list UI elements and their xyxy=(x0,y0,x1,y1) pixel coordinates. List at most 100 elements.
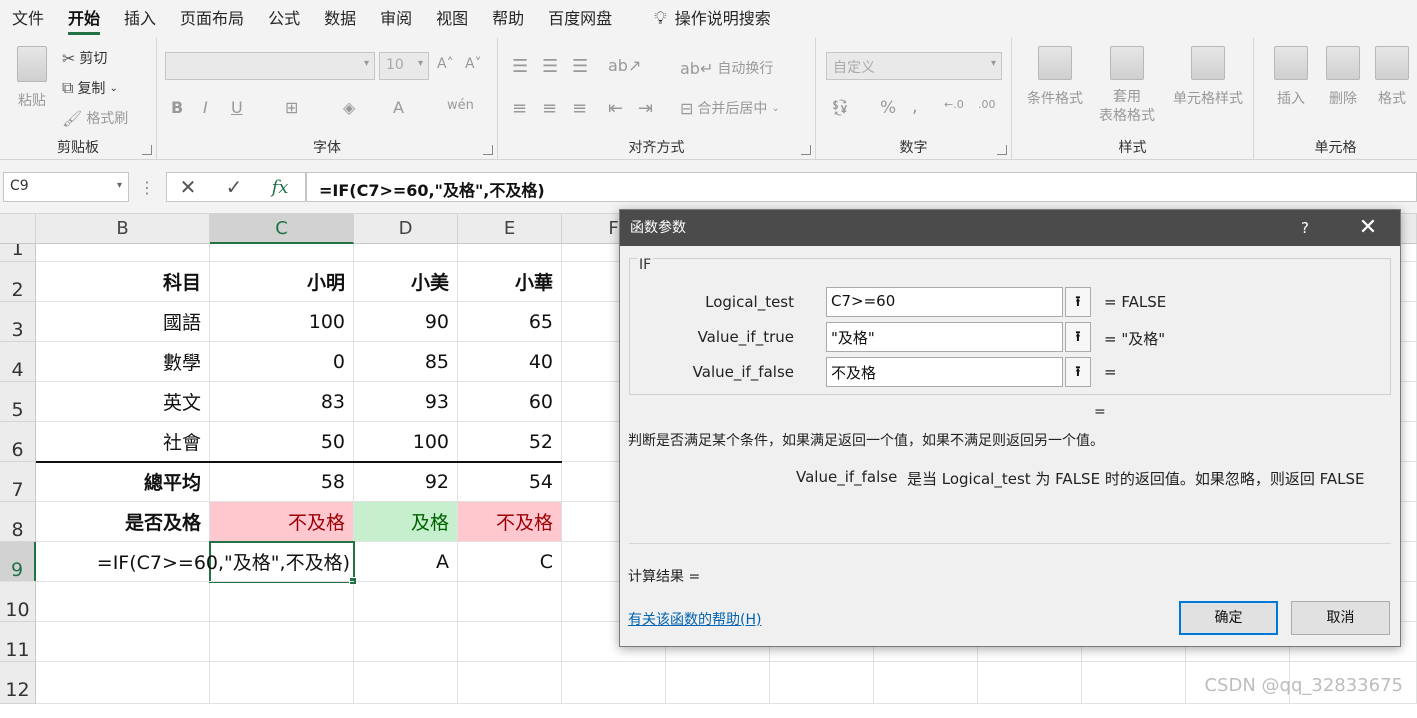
orientation-button[interactable]: ab↗ xyxy=(608,56,641,75)
menu-review[interactable]: 审阅 xyxy=(368,0,424,38)
cell-d11[interactable] xyxy=(354,622,458,662)
cell-e9[interactable]: C xyxy=(458,542,562,582)
cell-d1[interactable] xyxy=(354,244,458,262)
ok-button[interactable]: 确定 xyxy=(1179,601,1278,635)
menu-home[interactable]: 开始 xyxy=(56,0,112,38)
cell-c4[interactable]: 0 xyxy=(210,342,354,382)
column-header-d[interactable]: D xyxy=(354,214,458,244)
format-painter-button[interactable]: 🖌︎ 格式刷 xyxy=(62,108,128,128)
row-header-11[interactable]: 11 xyxy=(0,622,36,662)
row-header-8[interactable]: 8 xyxy=(0,502,36,542)
cell-b4[interactable]: 數學 xyxy=(36,342,210,382)
cell-d10[interactable] xyxy=(354,582,458,622)
cell-d8[interactable]: 及格 xyxy=(354,502,458,542)
function-help-link[interactable]: 有关该函数的帮助(H) xyxy=(628,609,761,629)
cancel-entry-icon[interactable]: ✕ xyxy=(168,172,208,202)
font-name-combo[interactable]: ▾ xyxy=(165,52,375,80)
row-header-10[interactable]: 10 xyxy=(0,582,36,622)
dialog-launcher-icon[interactable] xyxy=(801,145,811,155)
cell-b2[interactable]: 科目 xyxy=(36,262,210,302)
row-header-2[interactable]: 2 xyxy=(0,262,36,302)
cell-e1[interactable] xyxy=(458,244,562,262)
name-box[interactable]: C9 ▾ xyxy=(3,172,129,202)
number-format-combo[interactable]: 自定义 ▾ xyxy=(826,52,1002,80)
column-header-c[interactable]: C xyxy=(210,214,354,244)
increase-font-button[interactable]: A˄ xyxy=(437,56,454,72)
cell-c3[interactable]: 100 xyxy=(210,302,354,342)
bold-button[interactable]: B xyxy=(171,98,183,117)
cell-e12[interactable] xyxy=(458,662,562,704)
menu-view[interactable]: 视图 xyxy=(424,0,480,38)
cell-e8[interactable]: 不及格 xyxy=(458,502,562,542)
row-header-1[interactable]: 1 xyxy=(0,244,36,262)
row-header-12[interactable]: 12 xyxy=(0,662,36,704)
cell-c2[interactable]: 小明 xyxy=(210,262,354,302)
accounting-button[interactable]: 💱︎ xyxy=(830,98,850,117)
cell-e5[interactable]: 60 xyxy=(458,382,562,422)
cell-b9[interactable]: =IF(C7>=60,"及格",不及格) xyxy=(0,542,354,582)
close-icon[interactable]: ✕ xyxy=(1350,210,1386,246)
dialog-launcher-icon[interactable] xyxy=(483,145,493,155)
cell-c12[interactable] xyxy=(210,662,354,704)
cell-j12[interactable] xyxy=(978,662,1082,704)
cell-c1[interactable] xyxy=(210,244,354,262)
cell-c11[interactable] xyxy=(210,622,354,662)
dialog-launcher-icon[interactable] xyxy=(997,145,1007,155)
cell-d9[interactable]: A xyxy=(354,542,458,582)
collapse-dialog-icon[interactable]: ⭱ xyxy=(1065,287,1091,317)
increase-indent-button[interactable]: ⇥ xyxy=(638,98,653,119)
font-color-button[interactable]: A xyxy=(393,98,404,117)
comma-button[interactable]: , xyxy=(912,96,918,117)
font-size-combo[interactable]: 10 ▾ xyxy=(379,52,429,80)
align-right-button[interactable]: ≡ xyxy=(572,98,587,119)
cell-c5[interactable]: 83 xyxy=(210,382,354,422)
fill-color-button[interactable]: ◈ xyxy=(343,98,355,117)
cell-e7[interactable]: 54 xyxy=(458,462,562,502)
phonetic-button[interactable]: wén xyxy=(447,98,474,113)
cell-c8[interactable]: 不及格 xyxy=(210,502,354,542)
copy-button[interactable]: ⧉ 复制 ⌄ xyxy=(62,78,118,98)
column-header-b[interactable]: B xyxy=(36,214,210,244)
menu-file[interactable]: 文件 xyxy=(0,0,56,38)
decrease-decimal-button[interactable]: .00 xyxy=(978,98,996,111)
insert-function-icon[interactable]: fx xyxy=(260,172,300,202)
cut-button[interactable]: ✂ 剪切 xyxy=(62,48,107,68)
select-all-corner[interactable] xyxy=(0,214,36,244)
dialog-launcher-icon[interactable] xyxy=(142,145,152,155)
menu-help[interactable]: 帮助 xyxy=(480,0,536,38)
row-header-4[interactable]: 4 xyxy=(0,342,36,382)
cell-b7[interactable]: 總平均 xyxy=(36,462,210,502)
help-icon[interactable]: ? xyxy=(1292,210,1318,246)
collapse-dialog-icon[interactable]: ⭱ xyxy=(1065,322,1091,352)
cell-d3[interactable]: 90 xyxy=(354,302,458,342)
increase-decimal-button[interactable]: ←.0 xyxy=(944,98,964,111)
cell-b1[interactable] xyxy=(36,244,210,262)
menu-data[interactable]: 数据 xyxy=(312,0,368,38)
cell-g12[interactable] xyxy=(666,662,770,704)
cell-i12[interactable] xyxy=(874,662,978,704)
formula-input[interactable]: =IF(C7>=60,"及格",不及格) xyxy=(306,172,1417,202)
collapse-dialog-icon[interactable]: ⭱ xyxy=(1065,357,1091,387)
row-header-7[interactable]: 7 xyxy=(0,462,36,502)
wrap-text-button[interactable]: ab↵ 自动换行 xyxy=(680,58,773,78)
menu-baidu-disk[interactable]: 百度网盘 xyxy=(536,0,624,38)
align-center-button[interactable]: ≡ xyxy=(542,98,557,119)
delete-cells-button[interactable]: 删除 xyxy=(1318,46,1368,108)
cell-e11[interactable] xyxy=(458,622,562,662)
align-middle-button[interactable]: ☰ xyxy=(542,56,558,77)
align-top-button[interactable]: ☰ xyxy=(512,56,528,77)
conditional-format-button[interactable]: 条件格式 xyxy=(1020,46,1090,108)
menu-insert[interactable]: 插入 xyxy=(112,0,168,38)
cell-c6[interactable]: 50 xyxy=(210,422,354,462)
merge-center-button[interactable]: ⊟ 合并后居中 ⌄ xyxy=(680,98,780,118)
insert-cells-button[interactable]: 插入 xyxy=(1266,46,1316,108)
underline-button[interactable]: U xyxy=(231,98,243,117)
tell-me-search[interactable]: 💡︎ 操作说明搜索 xyxy=(642,0,783,38)
cell-e2[interactable]: 小華 xyxy=(458,262,562,302)
cancel-button[interactable]: 取消 xyxy=(1291,601,1390,635)
cell-e6[interactable]: 52 xyxy=(458,422,562,462)
decrease-indent-button[interactable]: ⇤ xyxy=(608,98,623,119)
row-header-5[interactable]: 5 xyxy=(0,382,36,422)
cell-f12[interactable] xyxy=(562,662,666,704)
cell-d4[interactable]: 85 xyxy=(354,342,458,382)
